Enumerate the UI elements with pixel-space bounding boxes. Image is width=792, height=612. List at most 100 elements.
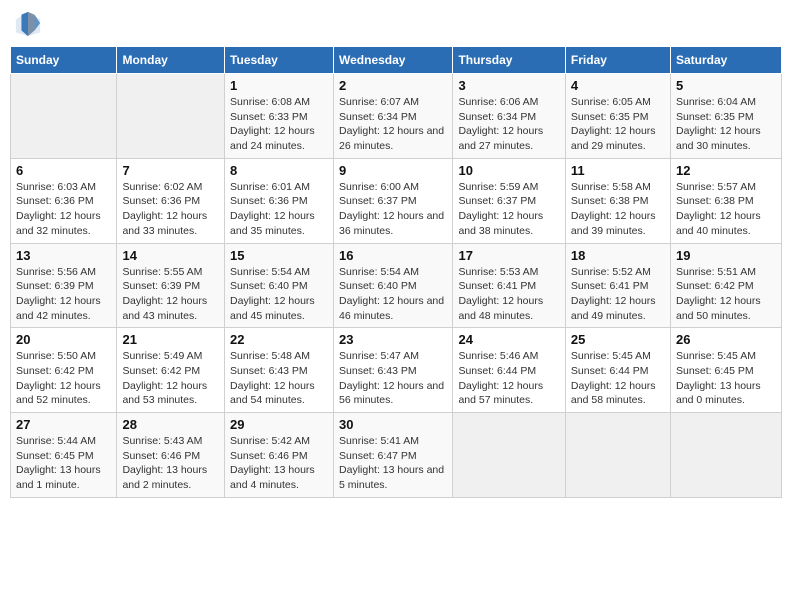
calendar-cell: 9Sunrise: 6:00 AMSunset: 6:37 PMDaylight…	[334, 158, 453, 243]
sunrise-text: Sunrise: 5:42 AM	[230, 435, 310, 447]
sunset-text: Sunset: 6:43 PM	[230, 365, 308, 377]
cell-info: Sunrise: 5:47 AMSunset: 6:43 PMDaylight:…	[339, 349, 447, 408]
sunrise-text: Sunrise: 5:47 AM	[339, 350, 419, 362]
calendar-cell: 16Sunrise: 5:54 AMSunset: 6:40 PMDayligh…	[334, 243, 453, 328]
sunrise-text: Sunrise: 5:44 AM	[16, 435, 96, 447]
calendar-cell: 13 Sunrise: 5:56 AM Sunset: 6:39 PM Dayligh…	[11, 243, 117, 328]
cell-info: Sunrise: 5:46 AMSunset: 6:44 PMDaylight:…	[458, 349, 559, 408]
calendar-cell	[11, 74, 117, 159]
sunset-text: Sunset: 6:43 PM	[339, 365, 417, 377]
sunrise-text: Sunrise: 5:41 AM	[339, 435, 419, 447]
sunset-text: Sunset: 6:45 PM	[676, 365, 754, 377]
sunset-text: Sunset: 6:36 PM	[230, 195, 308, 207]
calendar-cell: 7Sunrise: 6:02 AMSunset: 6:36 PMDaylight…	[117, 158, 225, 243]
sunset-text: Sunset: 6:40 PM	[230, 280, 308, 292]
sunrise-text: Sunrise: 5:53 AM	[458, 266, 538, 278]
sunrise-text: Sunrise: 5:59 AM	[458, 181, 538, 193]
cell-info: Sunrise: 5:43 AMSunset: 6:46 PMDaylight:…	[122, 434, 219, 493]
header-tuesday: Tuesday	[225, 47, 334, 74]
calendar-cell: 10Sunrise: 5:59 AMSunset: 6:37 PMDayligh…	[453, 158, 565, 243]
sunrise-text: Sunrise: 5:45 AM	[571, 350, 651, 362]
sunrise-text: Sunrise: 6:05 AM	[571, 96, 651, 108]
daylight-text: Daylight: 12 hours and 45 minutes.	[230, 295, 315, 322]
daylight-text: Daylight: 13 hours and 2 minutes.	[122, 464, 207, 491]
sunrise-text: Sunrise: 6:06 AM	[458, 96, 538, 108]
sunset-text: Sunset: 6:34 PM	[339, 111, 417, 123]
cell-info: Sunrise: 5:57 AMSunset: 6:38 PMDaylight:…	[676, 180, 776, 239]
cell-info: Sunrise: 5:50 AMSunset: 6:42 PMDaylight:…	[16, 349, 111, 408]
sunset-text: Sunset: 6:42 PM	[16, 365, 94, 377]
day-number: 3	[458, 78, 559, 93]
daylight-text: Daylight: 12 hours and 29 minutes.	[571, 125, 656, 152]
daylight-text: Daylight: 12 hours and 42 minutes.	[16, 295, 101, 322]
daylight-text: Daylight: 12 hours and 54 minutes.	[230, 380, 315, 407]
header-saturday: Saturday	[670, 47, 781, 74]
daylight-text: Daylight: 12 hours and 39 minutes.	[571, 210, 656, 237]
sunset-text: Sunset: 6:33 PM	[230, 111, 308, 123]
daylight-text: Daylight: 12 hours and 33 minutes.	[122, 210, 207, 237]
daylight-text: Daylight: 13 hours and 4 minutes.	[230, 464, 315, 491]
sunset-text: Sunset: 6:42 PM	[676, 280, 754, 292]
day-number: 13	[16, 248, 111, 263]
week-row-3: 13 Sunrise: 5:56 AM Sunset: 6:39 PM Dayligh…	[11, 243, 782, 328]
calendar-cell: 25Sunrise: 5:45 AMSunset: 6:44 PMDayligh…	[565, 328, 670, 413]
day-number: 18	[571, 248, 665, 263]
week-row-4: 20Sunrise: 5:50 AMSunset: 6:42 PMDayligh…	[11, 328, 782, 413]
day-number: 8	[230, 163, 328, 178]
sunrise-text: Sunrise: 6:02 AM	[122, 181, 202, 193]
cell-info: Sunrise: 6:00 AMSunset: 6:37 PMDaylight:…	[339, 180, 447, 239]
sunset-text: Sunset: 6:39 PM	[16, 280, 94, 292]
cell-info: Sunrise: 5:54 AMSunset: 6:40 PMDaylight:…	[230, 265, 328, 324]
calendar-cell: 1Sunrise: 6:08 AMSunset: 6:33 PMDaylight…	[225, 74, 334, 159]
calendar-cell	[117, 74, 225, 159]
sunrise-text: Sunrise: 5:50 AM	[16, 350, 96, 362]
day-number: 19	[676, 248, 776, 263]
day-number: 6	[16, 163, 111, 178]
sunset-text: Sunset: 6:41 PM	[571, 280, 649, 292]
daylight-text: Daylight: 12 hours and 40 minutes.	[676, 210, 761, 237]
day-number: 2	[339, 78, 447, 93]
calendar-cell: 17Sunrise: 5:53 AMSunset: 6:41 PMDayligh…	[453, 243, 565, 328]
sunset-text: Sunset: 6:36 PM	[16, 195, 94, 207]
calendar-cell: 22Sunrise: 5:48 AMSunset: 6:43 PMDayligh…	[225, 328, 334, 413]
daylight-text: Daylight: 12 hours and 26 minutes.	[339, 125, 444, 152]
sunset-text: Sunset: 6:40 PM	[339, 280, 417, 292]
sunrise-text: Sunrise: 5:56 AM	[16, 266, 96, 278]
sunset-text: Sunset: 6:35 PM	[571, 111, 649, 123]
cell-info: Sunrise: 5:52 AMSunset: 6:41 PMDaylight:…	[571, 265, 665, 324]
sunrise-text: Sunrise: 5:43 AM	[122, 435, 202, 447]
cell-info: Sunrise: 6:06 AMSunset: 6:34 PMDaylight:…	[458, 95, 559, 154]
day-number: 28	[122, 417, 219, 432]
sunrise-text: Sunrise: 6:00 AM	[339, 181, 419, 193]
day-number: 16	[339, 248, 447, 263]
day-number: 23	[339, 332, 447, 347]
cell-info: Sunrise: 5:51 AMSunset: 6:42 PMDaylight:…	[676, 265, 776, 324]
calendar-cell: 29 Sunrise: 5:42 AMSunset: 6:46 PMDayligh…	[225, 413, 334, 498]
calendar-cell: 18 Sunrise: 5:52 AMSunset: 6:41 PMDayligh…	[565, 243, 670, 328]
sunrise-text: Sunrise: 6:08 AM	[230, 96, 310, 108]
week-row-5: 27Sunrise: 5:44 AMSunset: 6:45 PMDayligh…	[11, 413, 782, 498]
daylight-text: Daylight: 12 hours and 30 minutes.	[676, 125, 761, 152]
cell-info: Sunrise: 5:53 AMSunset: 6:41 PMDaylight:…	[458, 265, 559, 324]
day-number: 5	[676, 78, 776, 93]
sunrise-text: Sunrise: 5:57 AM	[676, 181, 756, 193]
calendar-cell: 14Sunrise: 5:55 AMSunset: 6:39 PMDayligh…	[117, 243, 225, 328]
daylight-text: Daylight: 12 hours and 49 minutes.	[571, 295, 656, 322]
day-number: 29	[230, 417, 328, 432]
header-friday: Friday	[565, 47, 670, 74]
daylight-text: Daylight: 12 hours and 57 minutes.	[458, 380, 543, 407]
sunset-text: Sunset: 6:37 PM	[339, 195, 417, 207]
sunset-text: Sunset: 6:44 PM	[571, 365, 649, 377]
cell-info: Sunrise: 6:03 AMSunset: 6:36 PMDaylight:…	[16, 180, 111, 239]
daylight-text: Daylight: 13 hours and 5 minutes.	[339, 464, 444, 491]
sunrise-text: Sunrise: 6:03 AM	[16, 181, 96, 193]
cell-info: Sunrise: 5:42 AMSunset: 6:46 PMDaylight:…	[230, 434, 328, 493]
calendar-cell: 5Sunrise: 6:04 AMSunset: 6:35 PMDaylight…	[670, 74, 781, 159]
daylight-text: Daylight: 12 hours and 35 minutes.	[230, 210, 315, 237]
sunset-text: Sunset: 6:34 PM	[458, 111, 536, 123]
calendar-cell: 15Sunrise: 5:54 AMSunset: 6:40 PMDayligh…	[225, 243, 334, 328]
calendar-cell: 12Sunrise: 5:57 AMSunset: 6:38 PMDayligh…	[670, 158, 781, 243]
sunrise-text: Sunrise: 6:01 AM	[230, 181, 310, 193]
calendar-header-row: SundayMondayTuesdayWednesdayThursdayFrid…	[11, 47, 782, 74]
cell-info: Sunrise: 5:56 AM Sunset: 6:39 PM Daylight:…	[16, 265, 111, 324]
